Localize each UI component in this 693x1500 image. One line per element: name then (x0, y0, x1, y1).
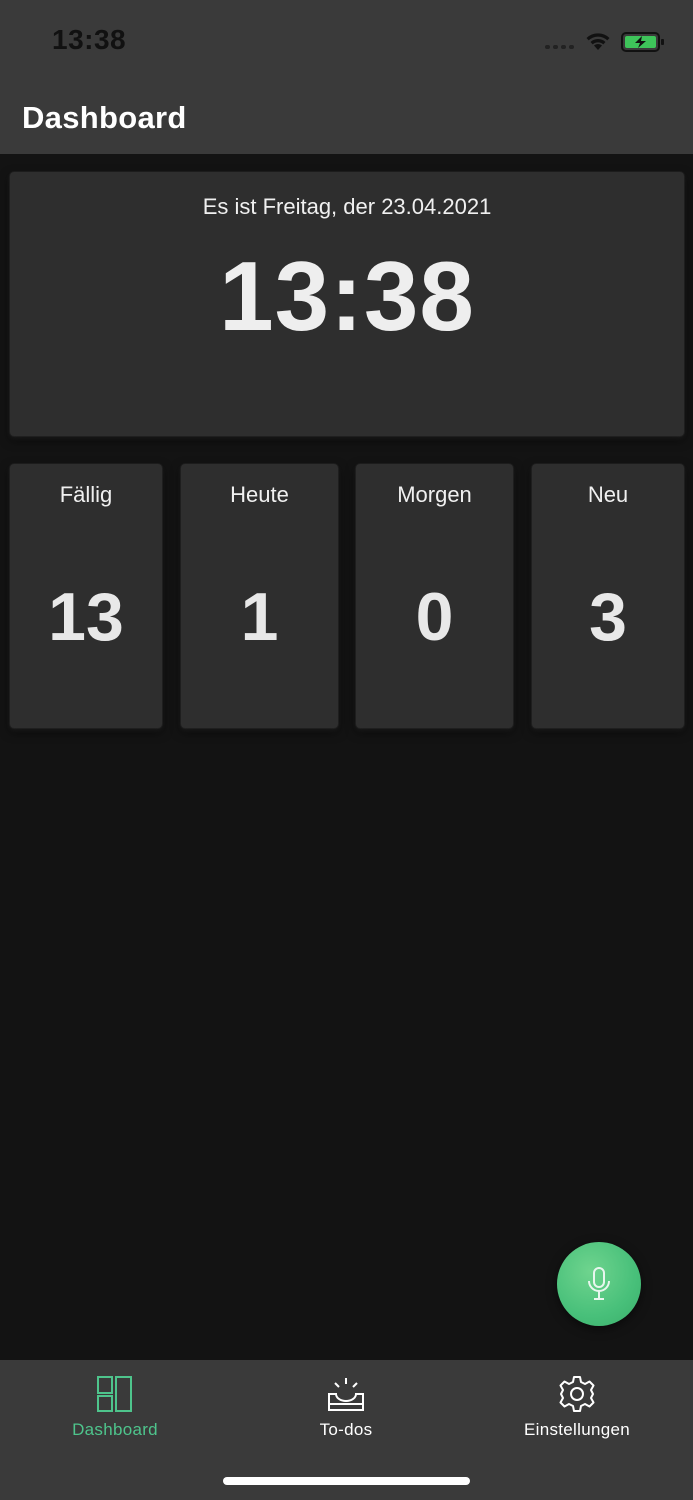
stat-value: 1 (240, 579, 279, 655)
stat-value: 3 (589, 579, 627, 655)
tab-label: Einstellungen (524, 1420, 630, 1439)
home-indicator[interactable] (223, 1477, 470, 1485)
status-time: 13:38 (52, 24, 127, 55)
tab-label: To-dos (319, 1420, 373, 1439)
tab-label: Dashboard (72, 1420, 158, 1439)
page-title: Dashboard (22, 100, 187, 135)
stat-value: 0 (415, 579, 454, 655)
dashboard-content: Es ist Freitag, der 23.04.2021 13:38 Fäl… (0, 154, 693, 1360)
battery-charging-icon (621, 32, 664, 52)
todos-icon (328, 1378, 364, 1411)
stat-label: Neu (587, 482, 629, 507)
bottom-tab-bar: Dashboard To-dos Einstellungen (0, 1360, 693, 1500)
date-text: Es ist Freitag, der 23.04.2021 (202, 194, 492, 219)
tab-todos[interactable]: To-dos (246, 1360, 446, 1460)
microphone-icon (588, 1267, 610, 1300)
tab-dashboard[interactable]: Dashboard (15, 1360, 215, 1460)
stat-card-due[interactable]: Fällig 13 (10, 464, 162, 728)
wifi-icon (586, 33, 610, 50)
voice-input-button[interactable] (557, 1242, 641, 1326)
tab-settings[interactable]: Einstellungen (477, 1360, 677, 1460)
cellular-signal-icon (545, 45, 579, 49)
status-bar: 13:38 (0, 0, 693, 84)
dashboard-icon (97, 1376, 132, 1412)
clock-display: 13:38 (219, 241, 475, 351)
stat-card-today[interactable]: Heute 1 (181, 464, 338, 728)
stat-card-tomorrow[interactable]: Morgen 0 (356, 464, 513, 728)
date-time-card: Es ist Freitag, der 23.04.2021 13:38 (10, 172, 684, 436)
stat-label: Fällig (59, 482, 113, 507)
app-header: Dashboard (0, 84, 693, 154)
gear-icon (559, 1376, 595, 1412)
stat-card-new[interactable]: Neu 3 (532, 464, 684, 728)
stat-label: Heute (230, 482, 289, 507)
stat-label: Morgen (397, 482, 472, 507)
stat-value: 13 (48, 579, 124, 655)
